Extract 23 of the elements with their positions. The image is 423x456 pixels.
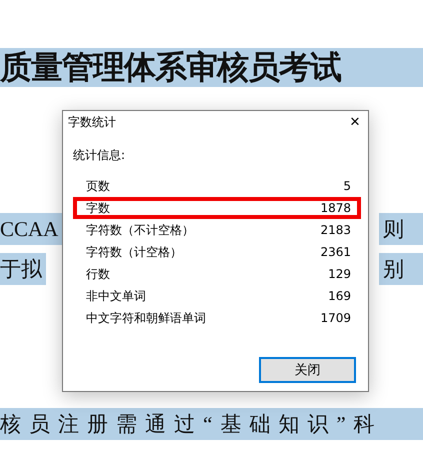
close-button[interactable]: ×: [346, 113, 364, 131]
stat-value: 1878: [320, 201, 351, 215]
stat-label: 中文字符和朝鲜语单词: [86, 310, 206, 326]
stat-label: 页数: [86, 178, 110, 194]
document-text: 则: [379, 213, 423, 245]
stat-value: 129: [328, 267, 351, 281]
stat-value: 5: [343, 179, 351, 193]
stat-label: 字符数（不计空格）: [86, 222, 194, 238]
stat-value: 1709: [320, 311, 351, 325]
document-text: CCAA: [0, 213, 62, 245]
stat-value: 2183: [320, 223, 351, 237]
stat-label: 字符数（计空格）: [86, 244, 182, 260]
stat-value: 2361: [320, 245, 351, 259]
dialog-title: 字数统计: [68, 114, 116, 130]
stat-label: 非中文单词: [86, 288, 146, 304]
document-text: 别: [379, 253, 423, 285]
stat-value: 169: [328, 289, 351, 303]
document-text: 于拟: [0, 253, 46, 285]
stat-label: 字数: [86, 200, 110, 216]
close-button[interactable]: 关闭: [259, 357, 356, 383]
section-heading: 统计信息:: [73, 147, 126, 164]
stat-label: 行数: [86, 266, 110, 282]
document-text: 核员注册需通过“基础知识”科: [0, 408, 423, 440]
